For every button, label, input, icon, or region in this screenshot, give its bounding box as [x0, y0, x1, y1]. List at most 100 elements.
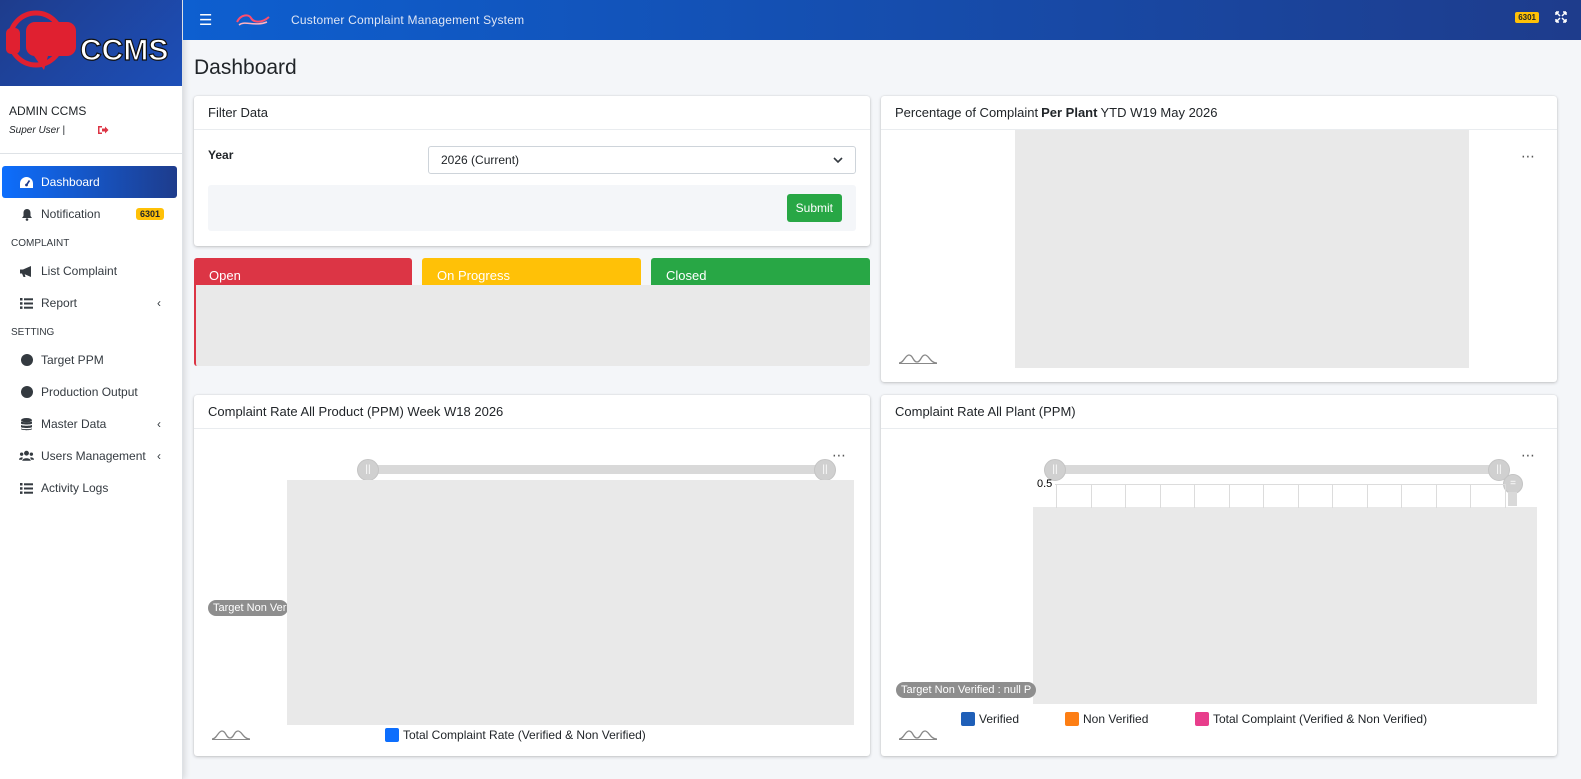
- legend-swatch: [961, 712, 975, 726]
- chart-wave-icon: [212, 730, 250, 740]
- company-logo-icon[interactable]: [235, 12, 271, 28]
- sidebar-item-label: List Complaint: [41, 264, 118, 278]
- nav-header-complaint: COMPLAINT: [11, 238, 70, 249]
- logout-icon[interactable]: [97, 124, 109, 136]
- y-axis-tick: 0.5: [1037, 478, 1053, 490]
- chevron-down-icon: [833, 157, 843, 164]
- chevron-left-icon: ‹: [157, 296, 161, 310]
- rate-plant-header: Complaint Rate All Plant (PPM): [881, 395, 1557, 429]
- tab-closed[interactable]: Closed: [651, 258, 870, 288]
- year-label: Year: [208, 148, 234, 162]
- notification-badge: 6301: [135, 208, 164, 220]
- sidebar-item-label: Report: [41, 296, 78, 310]
- legend-label: Verified: [979, 712, 1020, 726]
- grid-line: [1470, 484, 1471, 508]
- grid-line: [1401, 484, 1402, 508]
- page-title: Dashboard: [194, 56, 297, 79]
- grid-line: [1125, 484, 1126, 508]
- legend-item-total-rate[interactable]: Total Complaint Rate (Verified & Non Ver…: [385, 728, 646, 742]
- tab-on-progress[interactable]: On Progress: [422, 258, 641, 288]
- sidebar-item-master-data[interactable]: Master Data ‹: [2, 408, 177, 440]
- legend-item-verified[interactable]: Verified: [961, 712, 1019, 726]
- grid-line: [1228, 484, 1230, 508]
- plant-percentage-title-pre: Percentage of Complaint: [895, 105, 1039, 120]
- submit-button[interactable]: Submit: [786, 194, 842, 222]
- sidebar: CCMS ADMIN CCMS Super User | Dashboard N…: [0, 0, 183, 779]
- top-navbar: ☰ Customer Complaint Management System 6…: [183, 0, 1581, 40]
- zoom-handle-left[interactable]: ||: [357, 459, 379, 481]
- grid-line: [1435, 484, 1437, 508]
- app-title: Customer Complaint Management System: [291, 13, 525, 27]
- legend-swatch: [385, 728, 399, 742]
- top-notification-badge[interactable]: 6301: [1515, 11, 1539, 23]
- sidebar-item-label: Production Output: [41, 385, 138, 399]
- grid-line: [1263, 484, 1264, 508]
- sidebar-item-list-complaint[interactable]: List Complaint: [2, 255, 177, 287]
- chart-wave-icon: [899, 354, 937, 364]
- sidebar-item-target-ppm[interactable]: Target PPM: [2, 344, 177, 376]
- chart-wave-icon: [899, 730, 937, 740]
- chart-area-placeholder: [287, 480, 854, 725]
- sidebar-item-notification[interactable]: Notification 6301: [2, 198, 177, 230]
- grid-line: [1297, 484, 1299, 508]
- circle-icon: [19, 385, 34, 400]
- grid-line: [1090, 484, 1092, 508]
- sidebar-item-label: Users Management: [41, 449, 146, 463]
- ccms-logo: CCMS: [6, 10, 169, 70]
- more-options-icon[interactable]: ⋯: [1521, 447, 1536, 464]
- database-icon: [19, 417, 34, 432]
- grid-line: [1194, 484, 1195, 508]
- svg-text:CCMS: CCMS: [80, 34, 168, 67]
- status-content-placeholder: [194, 285, 870, 366]
- plant-percentage-header: Percentage of Complaint Per Plant YTD W1…: [881, 96, 1557, 130]
- sidebar-item-report[interactable]: Report ‹: [2, 287, 177, 319]
- vertical-slider-track[interactable]: [1508, 492, 1517, 506]
- chart-area-placeholder: [1033, 507, 1537, 704]
- year-select[interactable]: 2026 (Current): [428, 146, 856, 174]
- more-options-icon[interactable]: ⋯: [1521, 148, 1536, 165]
- zoom-handle-right[interactable]: ||: [814, 459, 836, 481]
- list-icon: [19, 296, 34, 311]
- sidebar-item-label: Master Data: [41, 417, 107, 431]
- grid-line: [1332, 484, 1333, 508]
- grid-line: [1159, 484, 1161, 508]
- hamburger-menu-icon[interactable]: ☰: [199, 11, 215, 29]
- sidebar-item-label: Target PPM: [41, 353, 104, 367]
- sidebar-item-production-output[interactable]: Production Output: [2, 376, 177, 408]
- brand-logo-area[interactable]: CCMS: [0, 0, 182, 86]
- plant-percentage-title-post: YTD W19 May 2026: [1100, 105, 1218, 120]
- filter-card-header: Filter Data: [194, 96, 870, 130]
- sidebar-item-dashboard[interactable]: Dashboard: [2, 166, 177, 198]
- legend-swatch: [1065, 712, 1079, 726]
- zoom-slider-track[interactable]: [1055, 465, 1501, 474]
- more-options-icon[interactable]: ⋯: [832, 447, 847, 464]
- year-select-value: 2026 (Current): [441, 153, 520, 167]
- legend-label: Total Complaint (Verified & Non Verified…: [1213, 712, 1428, 726]
- rate-plant-card: Complaint Rate All Plant (PPM) ⋯ || || =…: [881, 395, 1557, 756]
- grid-line: [1504, 484, 1506, 508]
- vertical-zoom-handle[interactable]: =: [1503, 474, 1523, 494]
- plant-percentage-card: Percentage of Complaint Per Plant YTD W1…: [881, 96, 1557, 382]
- sidebar-nav: Dashboard Notification 6301 COMPLAINT Li…: [0, 154, 182, 504]
- filter-card: Filter Data Year 2026 (Current) Submit: [194, 96, 870, 246]
- legend-item-total-complaint[interactable]: Total Complaint (Verified & Non Verified…: [1195, 712, 1427, 726]
- sidebar-item-users-management[interactable]: Users Management ‹: [2, 440, 177, 472]
- chevron-left-icon: ‹: [157, 449, 161, 463]
- rate-product-header: Complaint Rate All Product (PPM) Week W1…: [194, 395, 870, 429]
- sidebar-item-activity-logs[interactable]: Activity Logs: [2, 472, 177, 504]
- legend-label: Non Verified: [1083, 712, 1149, 726]
- list-icon: [19, 481, 34, 496]
- chevron-left-icon: ‹: [157, 417, 161, 431]
- user-role: Super User |: [9, 124, 65, 136]
- fullscreen-expand-icon[interactable]: [1555, 11, 1567, 23]
- filter-actions: Submit: [208, 185, 856, 231]
- tachometer-icon: [19, 175, 34, 190]
- target-label: Target Non Verified : null P: [896, 682, 1036, 698]
- target-label: Target Non Verif: [208, 600, 288, 616]
- tab-open[interactable]: Open: [194, 258, 412, 288]
- legend-item-non-verified[interactable]: Non Verified: [1065, 712, 1148, 726]
- rate-product-card: Complaint Rate All Product (PPM) Week W1…: [194, 395, 870, 756]
- sidebar-item-label: Notification: [41, 207, 101, 221]
- legend-label: Total Complaint Rate (Verified & Non Ver…: [403, 728, 646, 742]
- zoom-slider-track[interactable]: [368, 465, 826, 474]
